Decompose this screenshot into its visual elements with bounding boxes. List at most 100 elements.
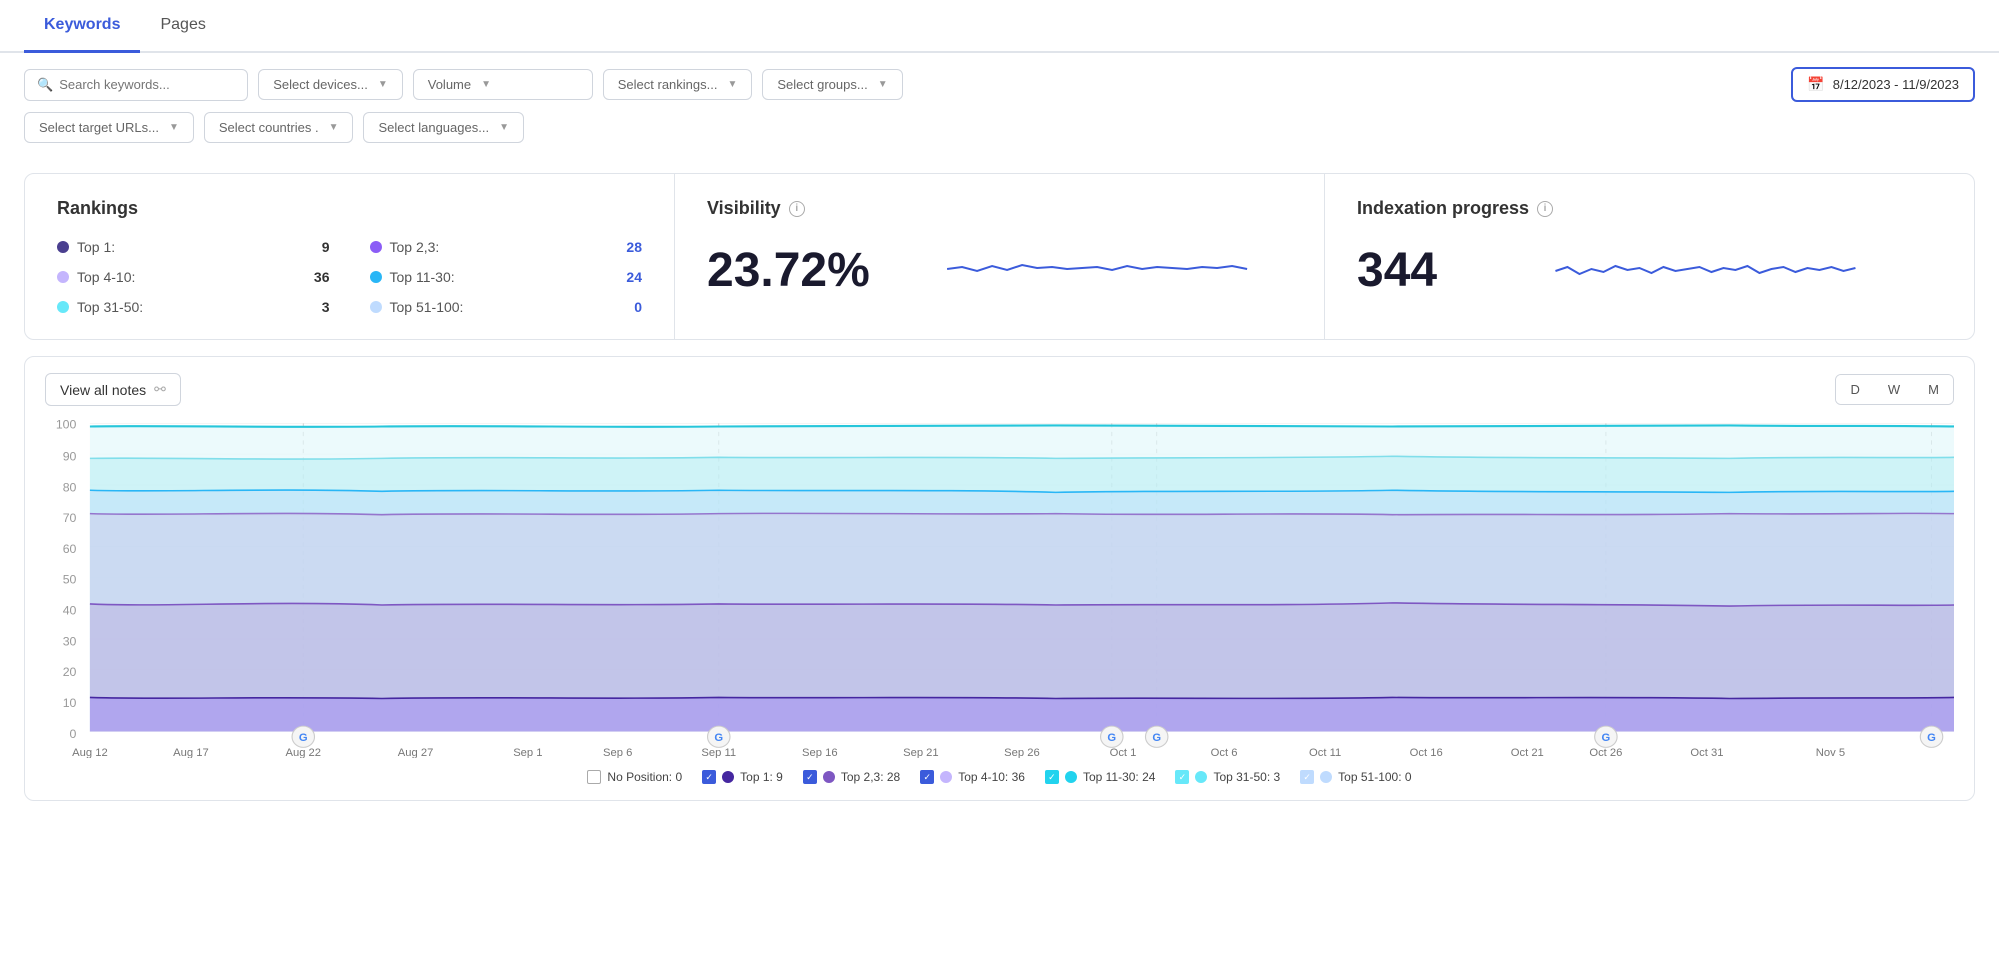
svg-text:Oct 11: Oct 11 [1309,747,1341,758]
legend-top11-30[interactable]: Top 11-30: 24 [1045,770,1156,784]
svg-text:30: 30 [63,635,77,649]
devices-label: Select devices... [273,77,368,92]
legend-checkbox-top31-50[interactable] [1175,770,1189,784]
svg-text:70: 70 [63,511,77,525]
ranking-row-top31-50: Top 31-50: 3 [57,299,330,315]
rankings-title: Rankings [57,198,642,219]
svg-text:G: G [1152,732,1161,744]
tab-keywords[interactable]: Keywords [24,0,140,53]
legend-top1[interactable]: Top 1: 9 [702,770,783,784]
legend-checkbox-top4-10[interactable] [920,770,934,784]
date-range-filter[interactable]: 📅 8/12/2023 - 11/9/2023 [1791,67,1975,102]
visibility-info-icon[interactable]: i [789,201,805,217]
legend-checkbox-top1[interactable] [702,770,716,784]
main-chart-svg: 100 90 80 70 60 50 40 30 20 10 0 [45,418,1954,758]
svg-text:90: 90 [63,450,77,464]
visibility-body: 23.72% [707,239,1292,302]
legend-checkbox-top51-100[interactable] [1300,770,1314,784]
svg-text:G: G [714,732,723,744]
dot-top1 [57,241,69,253]
indexation-info-icon[interactable]: i [1537,201,1553,217]
rankings-filter[interactable]: Select rankings... ▼ [603,69,753,100]
period-buttons: D W M [1835,374,1954,405]
dot-top31-50 [57,301,69,313]
indexation-title: Indexation progress i [1357,198,1942,219]
visibility-sparkline-svg [902,239,1292,299]
volume-label: Volume [428,77,471,92]
chevron-down-icon: ▼ [169,122,179,133]
date-range-label: 8/12/2023 - 11/9/2023 [1833,77,1959,92]
ranking-row-top4-10: Top 4-10: 36 [57,269,330,285]
indexation-body: 344 [1357,239,1942,302]
indexation-sparkline [1469,239,1942,302]
chart-wrapper: 100 90 80 70 60 50 40 30 20 10 0 [45,418,1954,758]
svg-text:Aug 17: Aug 17 [173,747,209,758]
chart-section: View all notes ⚯ D W M 10 0 90 [24,356,1975,801]
languages-filter[interactable]: Select languages... ▼ [363,112,523,143]
legend-dot-top4-10 [940,771,952,783]
countries-label: Select countries . [219,120,319,135]
period-btn-m[interactable]: M [1914,375,1953,404]
volume-filter[interactable]: Volume ▼ [413,69,593,100]
rankings-card: Rankings Top 1: 9 Top 4-10: 36 [25,174,674,339]
filters-row-1: 🔍 Select devices... ▼ Volume ▼ Select ra… [0,53,1999,102]
svg-text:Sep 6: Sep 6 [603,747,632,758]
period-btn-w[interactable]: W [1874,375,1914,404]
target-urls-label: Select target URLs... [39,120,159,135]
search-input[interactable] [59,77,235,92]
svg-text:G: G [1107,732,1116,744]
groups-filter[interactable]: Select groups... ▼ [762,69,902,100]
svg-text:Aug 27: Aug 27 [398,747,434,758]
legend-dot-top51-100 [1320,771,1332,783]
legend-dot-top2-3 [823,771,835,783]
legend-checkbox-top2-3[interactable] [803,770,817,784]
indexation-value: 344 [1357,247,1437,295]
calendar-icon: 📅 [1807,76,1824,93]
ranking-row-top2-3: Top 2,3: 28 [370,239,643,255]
svg-text:G: G [299,732,308,744]
legend-no-position[interactable]: No Position: 0 [587,770,682,784]
svg-text:10: 10 [63,696,77,710]
dot-top51-100 [370,301,382,313]
svg-text:Aug 12: Aug 12 [72,747,108,758]
legend-top2-3[interactable]: Top 2,3: 28 [803,770,900,784]
legend-checkbox-top11-30[interactable] [1045,770,1059,784]
chart-legend: No Position: 0 Top 1: 9 Top 2,3: 28 Top … [45,770,1954,784]
filters-row-2: Select target URLs... ▼ Select countries… [0,102,1999,157]
legend-checkbox-no-position[interactable] [587,770,601,784]
countries-filter[interactable]: Select countries . ▼ [204,112,354,143]
legend-top31-50[interactable]: Top 31-50: 3 [1175,770,1280,784]
view-all-notes-button[interactable]: View all notes ⚯ [45,373,181,406]
period-btn-d[interactable]: D [1836,375,1873,404]
svg-text:Oct 21: Oct 21 [1511,747,1544,758]
chevron-down-icon: ▼ [329,122,339,133]
legend-top4-10[interactable]: Top 4-10: 36 [920,770,1025,784]
svg-text:Sep 1: Sep 1 [513,747,542,758]
dot-top11-30 [370,271,382,283]
visibility-value: 23.72% [707,247,870,295]
ranking-row-top1: Top 1: 9 [57,239,330,255]
view-all-notes-label: View all notes [60,382,146,398]
languages-label: Select languages... [378,120,489,135]
legend-dot-top11-30 [1065,771,1077,783]
tabs-bar: Keywords Pages [0,0,1999,53]
chevron-down-icon: ▼ [378,79,388,90]
svg-text:0: 0 [70,727,77,741]
svg-text:Aug 22: Aug 22 [285,747,321,758]
svg-text:Sep 26: Sep 26 [1004,747,1040,758]
groups-label: Select groups... [777,77,867,92]
target-urls-filter[interactable]: Select target URLs... ▼ [24,112,194,143]
legend-top51-100[interactable]: Top 51-100: 0 [1300,770,1411,784]
svg-text:Oct 1: Oct 1 [1110,747,1137,758]
ranking-row-top11-30: Top 11-30: 24 [370,269,643,285]
stats-section: Rankings Top 1: 9 Top 4-10: 36 [24,173,1975,340]
indexation-card: Indexation progress i 344 [1324,174,1974,339]
tab-pages[interactable]: Pages [140,0,225,53]
chevron-down-icon: ▼ [878,79,888,90]
devices-filter[interactable]: Select devices... ▼ [258,69,403,100]
svg-text:80: 80 [63,481,77,495]
search-input-wrapper[interactable]: 🔍 [24,69,248,101]
visibility-sparkline [902,239,1292,302]
svg-text:Sep 21: Sep 21 [903,747,939,758]
svg-text:Oct 26: Oct 26 [1589,747,1622,758]
